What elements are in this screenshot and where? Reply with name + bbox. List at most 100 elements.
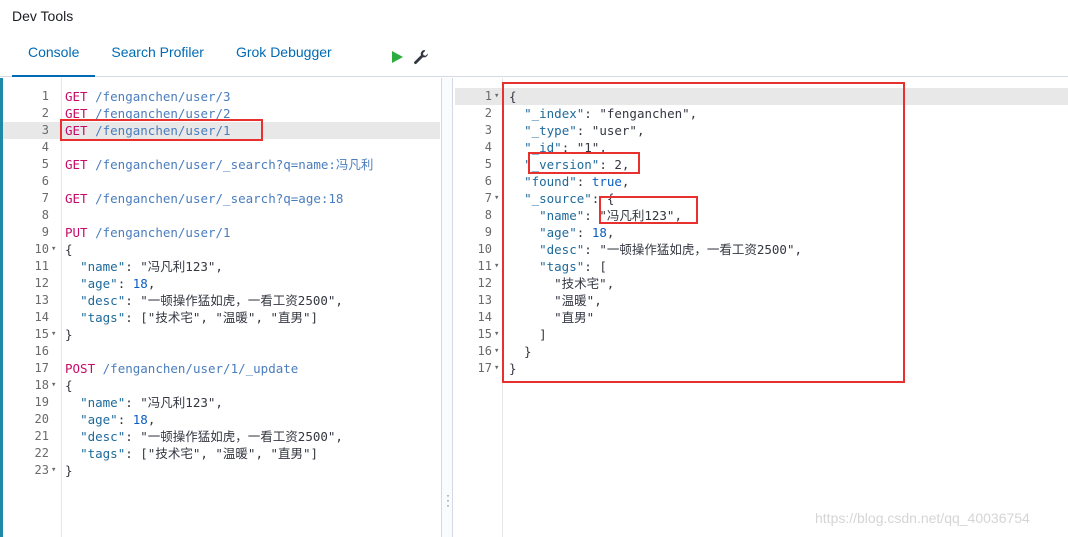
code-token: /fenganchen/user/_search?q=age:18 [95,191,344,206]
line-number: 1 [41,89,49,103]
annotation-box-name [599,196,698,224]
fold-toggle-icon[interactable]: ▾ [494,343,499,360]
code-token: GET [65,89,96,104]
code-token: 18 [132,412,148,427]
line-number: 21 [34,429,49,443]
code-token: PUT [65,225,96,240]
line-number: 3 [41,123,49,137]
line-number: 4 [41,140,49,154]
fold-toggle-icon[interactable]: ▾ [494,326,499,343]
code-token: /fenganchen/user/1/_update [102,361,299,376]
code-token: "age" [80,276,118,291]
code-text: "desc": "一顿操作猛如虎，一看工资2500", [65,292,343,309]
panel-resizer[interactable]: · · · [441,78,453,537]
line-number: 5 [41,157,49,171]
line-number: 9 [484,225,492,239]
line-number: 4 [484,140,492,154]
code-token: 18 [132,276,148,291]
code-token: : ["技术宅", "温暖", "直男"] [125,310,319,325]
line-number: 18 [34,378,49,392]
code-token: "desc" [80,293,126,308]
line-number: 6 [41,174,49,188]
code-text: "age": 18, [65,411,155,428]
code-text: } [65,326,73,343]
vertical-dots-icon: · · · [446,488,450,512]
code-text: "tags": ["技术宅", "温暖", "直男"] [65,309,318,326]
code-text: PUT /fenganchen/user/1 [65,224,231,241]
line-number: 9 [41,225,49,239]
line-number: 10 [477,242,492,256]
line-number: 7 [484,191,492,205]
code-text: GET /fenganchen/user/_search?q=name:冯凡利 [65,156,373,173]
code-text: "age": 18, [65,275,155,292]
line-number: 11 [34,259,49,273]
code-token: : "冯凡利123", [125,395,223,410]
code-token: /fenganchen/user/3 [95,89,231,104]
code-token: GET [65,157,96,172]
code-token: /fenganchen/user/1 [95,225,231,240]
line-number: 1 [484,89,492,103]
line-number: 7 [41,191,49,205]
code-token: "desc" [80,429,126,444]
code-text: GET /fenganchen/user/_search?q=age:18 [65,190,343,207]
code-text: } [65,462,73,479]
app-title: Dev Tools [12,8,74,24]
tab-search-profiler[interactable]: Search Profiler [95,34,220,77]
code-token: /fenganchen/user/_search?q=name:冯凡利 [95,157,374,172]
line-number: 17 [34,361,49,375]
play-icon[interactable] [390,50,404,64]
fold-toggle-icon[interactable]: ▾ [494,360,499,377]
tab-grok-debugger[interactable]: Grok Debugger [220,34,348,77]
wrench-icon[interactable] [412,48,430,66]
code-token: POST [65,361,103,376]
annotation-box-response [502,82,905,383]
line-number: 10 [34,242,49,256]
code-text: "tags": ["技术宅", "温暖", "直男"] [65,445,318,462]
line-number: 5 [484,157,492,171]
devtools-header: Dev Tools Console Search Profiler Grok D… [0,0,1068,77]
fold-toggle-icon[interactable]: ▾ [51,241,56,258]
fold-toggle-icon[interactable]: ▾ [51,377,56,394]
line-number: 15 [34,327,49,341]
code-token: "age" [80,412,118,427]
watermark: https://blog.csdn.net/qq_40036754 [815,510,1030,526]
fold-toggle-icon[interactable]: ▾ [494,258,499,275]
request-editor[interactable]: 1 GET /fenganchen/user/3 2 GET /fenganchen/… [3,78,440,537]
line-number: 12 [477,276,492,290]
line-number: 8 [484,208,492,222]
line-number: 14 [477,310,492,324]
line-number: 14 [34,310,49,324]
code-text: { [65,377,73,394]
fold-toggle-icon[interactable]: ▾ [494,88,499,105]
line-number: 2 [41,106,49,120]
code-token: : [117,276,133,291]
line-number: 13 [34,293,49,307]
fold-toggle-icon[interactable]: ▾ [51,326,56,343]
line-number: 16 [477,344,492,358]
code-text: "desc": "一顿操作猛如虎，一看工资2500", [65,428,343,445]
code-text: POST /fenganchen/user/1/_update [65,360,298,377]
code-text: GET /fenganchen/user/3 [65,88,231,105]
tab-console[interactable]: Console [12,34,96,77]
code-token: : "一顿操作猛如虎，一看工资2500", [125,293,343,308]
code-token: { [65,378,73,393]
code-text: "name": "冯凡利123", [65,258,223,275]
line-number: 19 [34,395,49,409]
line-number: 12 [34,276,49,290]
code-token: } [65,463,73,478]
code-token: "name" [80,259,126,274]
line-number: 23 [34,463,49,477]
fold-toggle-icon[interactable]: ▾ [51,462,56,479]
fold-toggle-icon[interactable]: ▾ [494,190,499,207]
line-number: 13 [477,293,492,307]
code-text: { [65,241,73,258]
annotation-box-version [528,152,640,174]
